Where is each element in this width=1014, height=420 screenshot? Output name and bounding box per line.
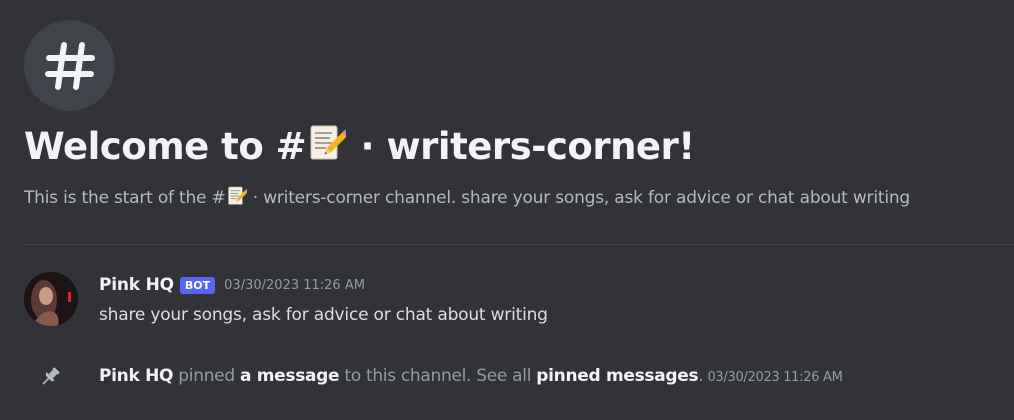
avatar[interactable] [24, 272, 78, 326]
channel-hash-circle [24, 20, 115, 111]
pinned-messages-link[interactable]: pinned messages [536, 366, 698, 386]
memo-emoji-small-icon [227, 186, 249, 211]
message-header: Pink HQ BOT 03/30/2023 11:26 AM [99, 275, 365, 295]
welcome-prefix: Welcome to # [24, 125, 307, 168]
system-author[interactable]: Pink HQ [99, 366, 174, 386]
bot-badge: BOT [179, 276, 216, 294]
message-content: share your songs, ask for advice or chat… [99, 305, 548, 325]
pin-icon [42, 367, 60, 385]
memo-emoji-icon [308, 124, 350, 171]
system-end: . [698, 366, 704, 386]
message-author[interactable]: Pink HQ [99, 275, 174, 295]
welcome-suffix: · writers-corner! [348, 125, 696, 168]
desc-prefix: This is the start of the # [24, 188, 226, 208]
desc-suffix: · writers-corner channel. share your son… [247, 188, 911, 208]
message-timestamp[interactable]: 03/30/2023 11:26 AM [224, 278, 365, 293]
hash-icon [44, 41, 95, 90]
system-timestamp[interactable]: 03/30/2023 11:26 AM [707, 370, 842, 385]
pinned-word: pinned [173, 366, 240, 386]
channel-welcome-title: Welcome to # · writers-corner! [24, 124, 695, 171]
channel-description: This is the start of the # · writers-cor… [24, 186, 910, 211]
channel-divider [24, 244, 1014, 245]
system-middle-text: to this channel. See all [339, 366, 537, 386]
system-pin-message: Pink HQ pinned a message to this channel… [99, 366, 843, 386]
pinned-message-link[interactable]: a message [240, 366, 340, 386]
